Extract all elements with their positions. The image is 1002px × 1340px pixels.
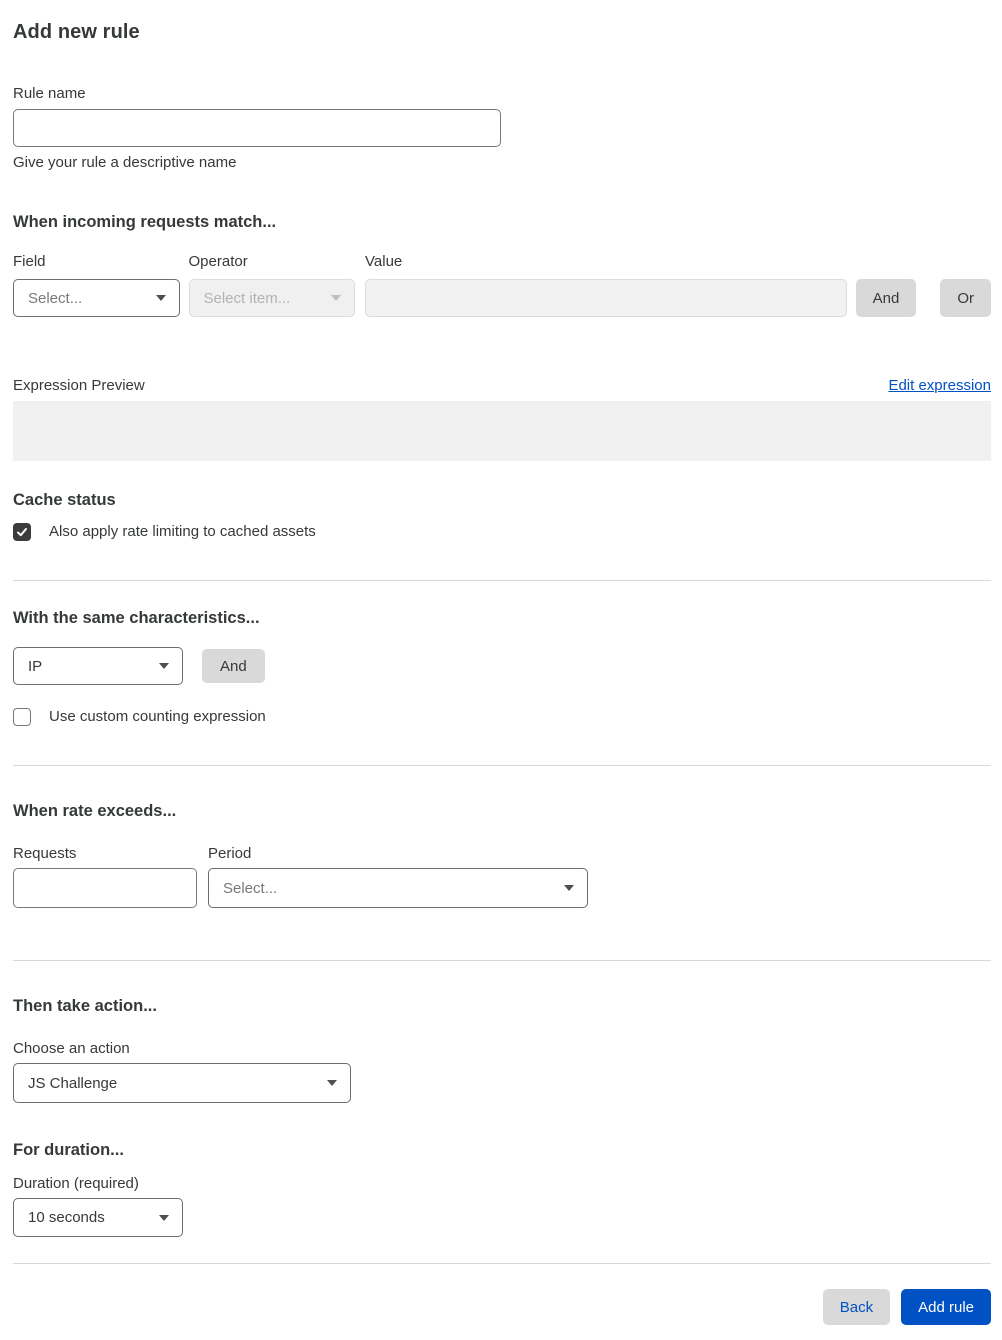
or-condition-button[interactable]: Or	[940, 279, 992, 317]
period-select-value: Select...	[223, 879, 278, 897]
expression-preview-header: Expression Preview Edit expression	[13, 376, 991, 395]
operator-select[interactable]: Select item...	[188, 279, 355, 317]
expression-preview-box	[13, 401, 991, 461]
checkmark-icon	[17, 528, 27, 537]
field-label: Field	[13, 253, 46, 270]
characteristic-select-value: IP	[28, 657, 43, 675]
value-input[interactable]	[365, 279, 847, 317]
field-group: Field Select...	[13, 253, 180, 317]
page-title: Add new rule	[13, 21, 140, 43]
operator-group: Operator Select item...	[188, 253, 355, 317]
rule-name-helper: Give your rule a descriptive name	[13, 154, 237, 171]
characteristics-row: IP And	[13, 647, 991, 685]
rule-name-input[interactable]	[13, 109, 501, 147]
operator-label: Operator	[188, 253, 248, 270]
divider	[13, 1263, 991, 1264]
chevron-down-icon	[159, 1214, 169, 1221]
chevron-down-icon	[331, 295, 341, 301]
operator-select-value: Select item...	[203, 289, 291, 307]
period-select[interactable]: Select...	[208, 868, 588, 908]
period-label: Period	[208, 845, 252, 862]
section-rate-heading: When rate exceeds...	[13, 802, 177, 820]
cache-checkbox-row: Also apply rate limiting to cached asset…	[13, 522, 991, 542]
add-characteristic-button[interactable]: And	[202, 649, 265, 683]
chevron-down-icon	[155, 295, 166, 301]
counting-expression-row: Use custom counting expression	[13, 707, 991, 727]
edit-expression-link[interactable]: Edit expression	[888, 376, 991, 395]
chevron-down-icon	[564, 885, 574, 891]
rule-name-group: Rule name Give your rule a descriptive n…	[13, 85, 501, 172]
duration-select[interactable]: 10 seconds	[13, 1198, 183, 1237]
chevron-down-icon	[327, 1080, 337, 1086]
choose-action-label: Choose an action	[13, 1040, 130, 1057]
requests-input[interactable]	[13, 868, 197, 908]
action-select-value: JS Challenge	[28, 1074, 118, 1092]
rate-row: Requests Period Select...	[13, 845, 991, 908]
section-match-heading: When incoming requests match...	[13, 213, 277, 231]
divider	[13, 960, 991, 961]
field-select[interactable]: Select...	[13, 279, 180, 317]
back-button[interactable]: Back	[822, 1289, 891, 1325]
value-group: Value	[365, 253, 847, 317]
add-rule-form: Add new rule Rule name Give your rule a …	[0, 0, 1002, 1340]
section-cache-heading: Cache status	[13, 491, 116, 509]
duration-select-value: 10 seconds	[28, 1209, 105, 1226]
chevron-down-icon	[159, 663, 169, 669]
requests-label: Requests	[13, 845, 77, 862]
custom-counting-label[interactable]: Use custom counting expression	[49, 707, 266, 727]
duration-label: Duration (required)	[13, 1175, 139, 1192]
section-duration-heading: For duration...	[13, 1141, 124, 1159]
divider	[13, 765, 991, 766]
section-action-heading: Then take action...	[13, 997, 157, 1015]
action-select[interactable]: JS Challenge	[13, 1063, 351, 1103]
cached-assets-label[interactable]: Also apply rate limiting to cached asset…	[49, 522, 316, 542]
footer-actions: Back Add rule	[13, 1289, 991, 1325]
and-condition-button[interactable]: And	[855, 279, 917, 317]
section-characteristics-heading: With the same characteristics...	[13, 609, 260, 627]
field-select-value: Select...	[28, 289, 83, 307]
rule-name-label: Rule name	[13, 85, 86, 102]
add-rule-button[interactable]: Add rule	[901, 1289, 991, 1325]
value-label: Value	[365, 253, 403, 270]
expression-preview-label: Expression Preview	[13, 377, 145, 394]
custom-counting-checkbox[interactable]	[13, 708, 31, 726]
divider	[13, 580, 991, 581]
requests-group: Requests	[13, 845, 197, 908]
characteristic-select[interactable]: IP	[13, 647, 183, 685]
match-builder-row: Field Select... Operator Select item... …	[13, 253, 992, 317]
cached-assets-checkbox[interactable]	[13, 523, 31, 541]
period-group: Period Select...	[208, 845, 588, 908]
